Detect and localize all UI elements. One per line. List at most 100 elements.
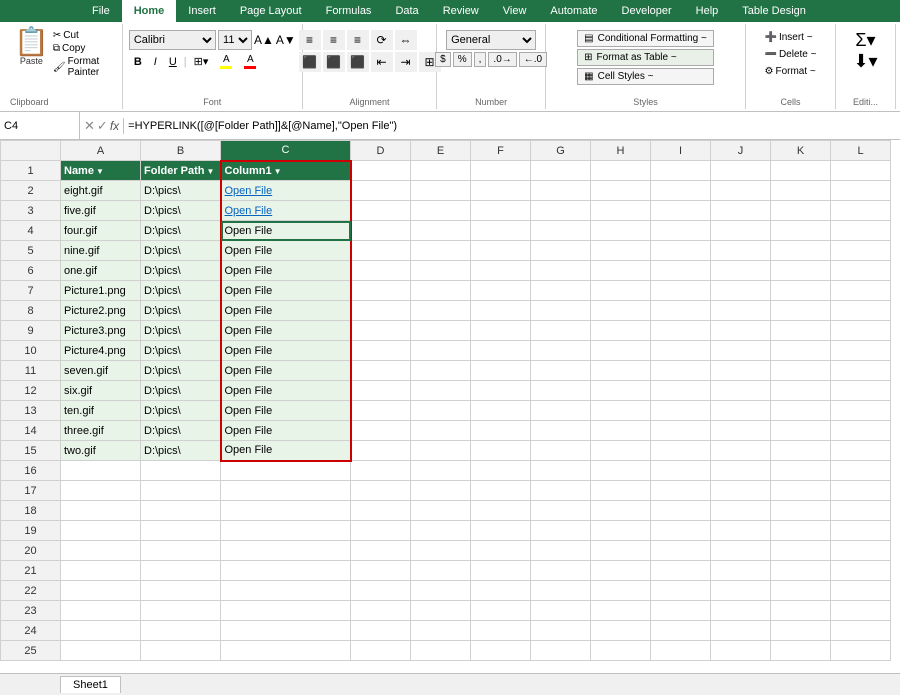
insert-button[interactable]: ➕Insert ~	[761, 30, 821, 45]
row-header-25[interactable]: 25	[1, 641, 61, 661]
tab-data[interactable]: Data	[383, 0, 430, 22]
sheet-tab-sheet1[interactable]: Sheet1	[60, 676, 121, 693]
cell-I21[interactable]	[651, 561, 711, 581]
cell-A6[interactable]: one.gif	[61, 261, 141, 281]
cell-H7[interactable]	[591, 281, 651, 301]
tab-table-design[interactable]: Table Design	[730, 0, 818, 22]
cell-C4[interactable]: Open File	[221, 221, 351, 241]
col-header-d[interactable]: D	[351, 141, 411, 161]
align-center-button[interactable]: ⬛	[323, 52, 345, 72]
cell-styles-button[interactable]: ▦ Cell Styles ~	[577, 68, 714, 85]
cell-J21[interactable]	[711, 561, 771, 581]
cell-L25[interactable]	[831, 641, 891, 661]
cell-K9[interactable]	[771, 321, 831, 341]
format-painter-button[interactable]: 🖌Format Painter	[53, 56, 116, 78]
cell-C9[interactable]: Open File	[221, 321, 351, 341]
col-header-i[interactable]: I	[651, 141, 711, 161]
cell-K15[interactable]	[771, 441, 831, 461]
cell-L22[interactable]	[831, 581, 891, 601]
tab-formulas[interactable]: Formulas	[314, 0, 384, 22]
font-name-select[interactable]: Calibri	[129, 30, 216, 50]
cell-G4[interactable]	[531, 221, 591, 241]
cell-E17[interactable]	[411, 481, 471, 501]
cell-G1[interactable]	[531, 161, 591, 181]
align-top-center-button[interactable]: ≡	[323, 30, 345, 50]
cell-J8[interactable]	[711, 301, 771, 321]
cell-H16[interactable]	[591, 461, 651, 481]
confirm-formula-icon[interactable]: ✓	[97, 118, 108, 134]
fill-color-button[interactable]: A	[215, 52, 237, 71]
cell-B17[interactable]	[141, 481, 221, 501]
cell-H24[interactable]	[591, 621, 651, 641]
cell-D15[interactable]	[351, 441, 411, 461]
number-format-select[interactable]: General	[446, 30, 536, 50]
cell-B13[interactable]: D:\pics\	[141, 401, 221, 421]
row-header-20[interactable]: 20	[1, 541, 61, 561]
cell-reference-box[interactable]: C4	[0, 112, 80, 139]
row-header-10[interactable]: 10	[1, 341, 61, 361]
cell-A15[interactable]: two.gif	[61, 441, 141, 461]
cell-G20[interactable]	[531, 541, 591, 561]
decrease-decimal-button[interactable]: ←.0	[519, 52, 547, 67]
cell-K6[interactable]	[771, 261, 831, 281]
cell-K10[interactable]	[771, 341, 831, 361]
cell-H15[interactable]	[591, 441, 651, 461]
cell-A3[interactable]: five.gif	[61, 201, 141, 221]
cell-B5[interactable]: D:\pics\	[141, 241, 221, 261]
cell-I10[interactable]	[651, 341, 711, 361]
cell-C15[interactable]: Open File	[221, 441, 351, 461]
cell-J9[interactable]	[711, 321, 771, 341]
cell-J15[interactable]	[711, 441, 771, 461]
cell-B19[interactable]	[141, 521, 221, 541]
cell-G14[interactable]	[531, 421, 591, 441]
cell-F10[interactable]	[471, 341, 531, 361]
cell-L10[interactable]	[831, 341, 891, 361]
cell-D7[interactable]	[351, 281, 411, 301]
cell-E8[interactable]	[411, 301, 471, 321]
cell-L1[interactable]	[831, 161, 891, 181]
cell-L21[interactable]	[831, 561, 891, 581]
cell-L5[interactable]	[831, 241, 891, 261]
cell-C25[interactable]	[221, 641, 351, 661]
cell-D19[interactable]	[351, 521, 411, 541]
cell-J24[interactable]	[711, 621, 771, 641]
cell-L14[interactable]	[831, 421, 891, 441]
format-as-table-button[interactable]: ⊞ Format as Table ~	[577, 49, 714, 66]
cell-F2[interactable]	[471, 181, 531, 201]
cell-E11[interactable]	[411, 361, 471, 381]
cell-D21[interactable]	[351, 561, 411, 581]
decrease-font-button[interactable]: A▼	[276, 33, 296, 47]
tab-home[interactable]: Home	[122, 0, 177, 22]
cell-C5[interactable]: Open File	[221, 241, 351, 261]
conditional-formatting-button[interactable]: ▤ Conditional Formatting ~	[577, 30, 714, 47]
decrease-indent-button[interactable]: ⇤	[371, 52, 393, 72]
cell-F8[interactable]	[471, 301, 531, 321]
cell-B20[interactable]	[141, 541, 221, 561]
border-button[interactable]: ⊞▾	[189, 53, 214, 70]
cell-J23[interactable]	[711, 601, 771, 621]
row-header-12[interactable]: 12	[1, 381, 61, 401]
cell-E25[interactable]	[411, 641, 471, 661]
cell-C13[interactable]: Open File	[221, 401, 351, 421]
cell-F13[interactable]	[471, 401, 531, 421]
col-header-g[interactable]: G	[531, 141, 591, 161]
cell-B12[interactable]: D:\pics\	[141, 381, 221, 401]
cell-J25[interactable]	[711, 641, 771, 661]
cell-E22[interactable]	[411, 581, 471, 601]
cell-C20[interactable]	[221, 541, 351, 561]
cell-H5[interactable]	[591, 241, 651, 261]
bold-button[interactable]: B	[129, 54, 147, 70]
cell-K17[interactable]	[771, 481, 831, 501]
col-header-k[interactable]: K	[771, 141, 831, 161]
cell-B11[interactable]: D:\pics\	[141, 361, 221, 381]
increase-decimal-button[interactable]: .0→	[488, 52, 516, 67]
cell-I25[interactable]	[651, 641, 711, 661]
cell-C8[interactable]: Open File	[221, 301, 351, 321]
fx-icon[interactable]: fx	[110, 119, 119, 133]
row-header-13[interactable]: 13	[1, 401, 61, 421]
cell-F7[interactable]	[471, 281, 531, 301]
cell-A24[interactable]	[61, 621, 141, 641]
cell-K20[interactable]	[771, 541, 831, 561]
cell-K11[interactable]	[771, 361, 831, 381]
cell-H1[interactable]	[591, 161, 651, 181]
